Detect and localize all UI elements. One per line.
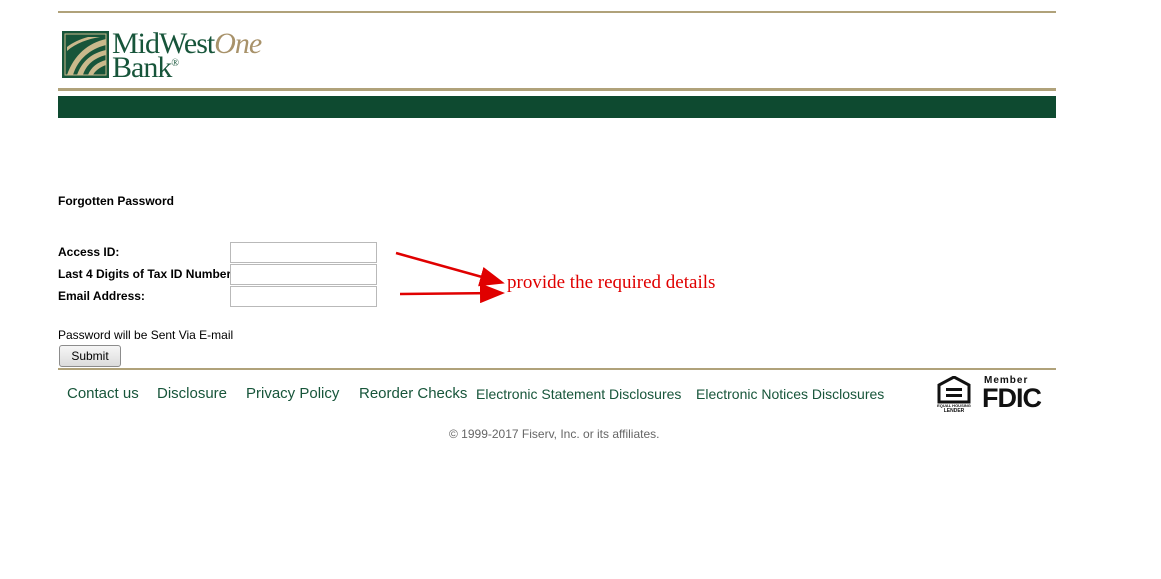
footer-link-contact-us[interactable]: Contact us <box>67 385 139 402</box>
fdic-name-text: FDIC <box>982 383 1042 413</box>
registered-mark: ® <box>171 58 179 69</box>
annotation-arrows-icon <box>395 251 505 304</box>
header-green-bar <box>58 96 1056 118</box>
copyright-text: © 1999-2017 Fiserv, Inc. or its affiliat… <box>449 427 660 441</box>
fdic-member-logo: Member FDIC <box>982 375 1048 414</box>
logo-wordmark-accent: One <box>214 27 262 60</box>
footer-link-privacy-policy[interactable]: Privacy Policy <box>246 385 339 402</box>
access-id-label: Access ID: <box>58 245 120 259</box>
footer-link-statement-disclosures[interactable]: Electronic Statement Disclosures <box>476 386 681 402</box>
equal-housing-lender-icon: EQUAL HOUSING LENDER <box>937 376 971 413</box>
header-bottom-rule <box>58 88 1056 91</box>
footer-link-notices-disclosures[interactable]: Electronic Notices Disclosures <box>696 386 884 402</box>
svg-text:LENDER: LENDER <box>944 408 965 413</box>
submit-button[interactable]: Submit <box>59 345 121 367</box>
email-label: Email Address: <box>58 289 145 303</box>
email-input[interactable] <box>230 286 377 307</box>
footer-link-reorder-checks[interactable]: Reorder Checks <box>359 385 467 402</box>
annotation-text: provide the required details <box>507 272 716 293</box>
access-id-input[interactable] <box>230 242 377 263</box>
bank-logo-icon <box>62 31 109 78</box>
tax-id-label: Last 4 Digits of Tax ID Number: <box>58 267 236 281</box>
logo-wordmark-line2: Bank® <box>112 51 179 84</box>
midwestone-bank-logo[interactable]: MidWestOne Bank® <box>62 27 307 84</box>
page-title: Forgotten Password <box>58 194 175 208</box>
header-top-rule <box>58 11 1056 13</box>
tax-id-input[interactable] <box>230 264 377 285</box>
footer-link-disclosure[interactable]: Disclosure <box>157 385 227 402</box>
footer-rule <box>58 368 1056 370</box>
email-note: Password will be Sent Via E-mail <box>58 328 234 342</box>
